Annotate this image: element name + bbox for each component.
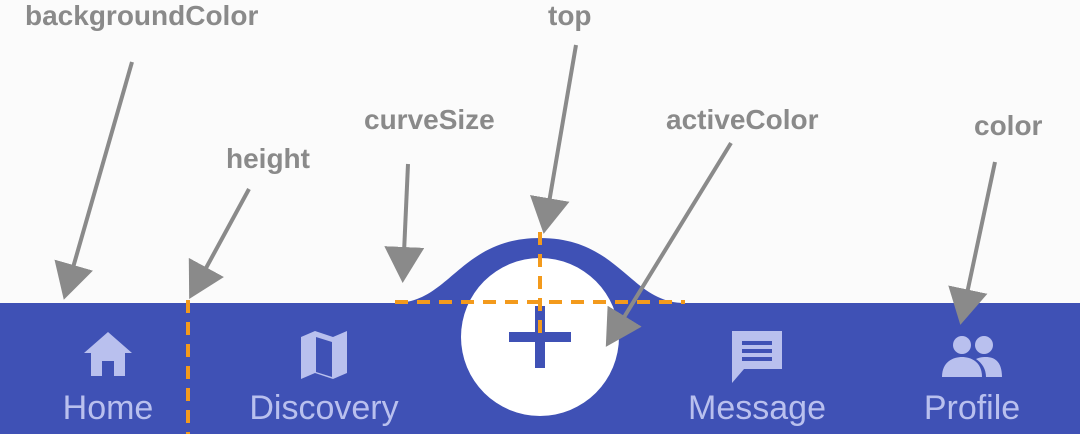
map-icon bbox=[301, 331, 347, 379]
home-icon bbox=[84, 332, 132, 376]
diagram-stage: backgroundColor top curveSize activeColo… bbox=[0, 0, 1080, 434]
background-color-label: backgroundColor bbox=[25, 0, 259, 31]
top-label: top bbox=[548, 0, 592, 31]
nav-item-discovery[interactable]: Discovery bbox=[244, 303, 404, 434]
curve-size-label: curveSize bbox=[364, 104, 495, 135]
people-icon bbox=[942, 336, 1002, 377]
nav-item-profile[interactable]: Profile bbox=[912, 303, 1032, 434]
message-icon bbox=[732, 331, 782, 383]
color-label: color bbox=[974, 110, 1043, 141]
nav-label-message: Message bbox=[688, 389, 826, 427]
height-arrow bbox=[188, 188, 251, 300]
top-arrow bbox=[530, 44, 578, 234]
nav-label-home: Home bbox=[62, 389, 154, 427]
curve-size-arrow bbox=[384, 163, 425, 283]
active-color-label: activeColor bbox=[666, 104, 819, 135]
height-label: height bbox=[226, 143, 310, 174]
bottom-navigation: Home Discovery Message Profile bbox=[0, 303, 1080, 434]
nav-item-message[interactable]: Message bbox=[682, 303, 832, 434]
background-color-arrow bbox=[54, 61, 134, 300]
color-arrow bbox=[948, 161, 997, 325]
nav-label-profile: Profile bbox=[923, 389, 1021, 427]
nav-item-home[interactable]: Home bbox=[48, 303, 168, 434]
nav-label-discovery: Discovery bbox=[249, 389, 399, 427]
